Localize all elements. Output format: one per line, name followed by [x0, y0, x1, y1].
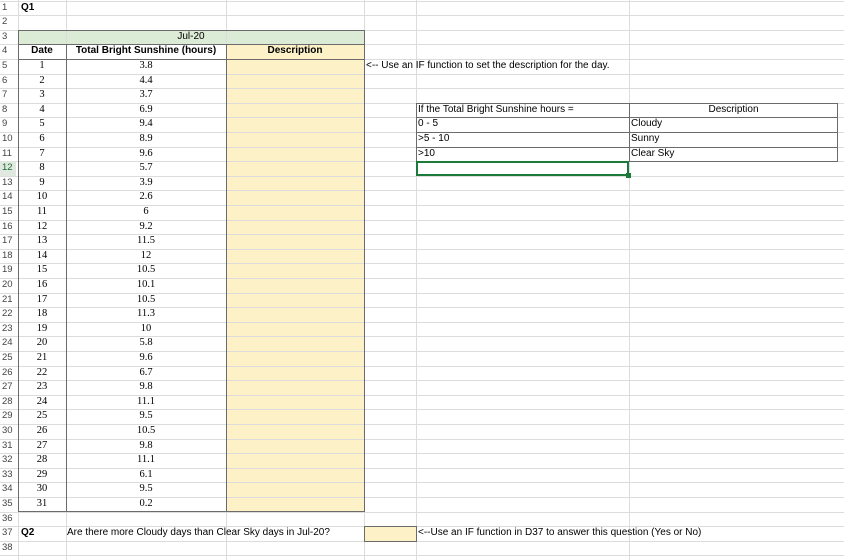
gridline-col: [629, 0, 630, 560]
row-number[interactable]: 30: [0, 424, 16, 439]
row-number[interactable]: 32: [0, 453, 16, 468]
lookup-label-cell[interactable]: Clear Sky: [631, 147, 674, 162]
gridline-row: [0, 555, 844, 557]
table-rule: [226, 44, 227, 512]
row-number[interactable]: 33: [0, 468, 16, 483]
table-rule: [18, 58, 364, 60]
row-number[interactable]: 8: [0, 103, 16, 118]
row-number[interactable]: 11: [0, 147, 16, 162]
row-number[interactable]: 7: [0, 88, 16, 103]
row-number[interactable]: 24: [0, 336, 16, 351]
row-number[interactable]: 29: [0, 409, 16, 424]
row-number[interactable]: 12: [0, 161, 16, 176]
fill-handle[interactable]: [626, 172, 631, 178]
gridline-row: [0, 540, 844, 542]
lookup-rule: [416, 146, 838, 148]
gridline-row: [0, 15, 844, 17]
selected-cell-F12[interactable]: [416, 161, 629, 176]
row-number[interactable]: 25: [0, 351, 16, 366]
row-number[interactable]: 17: [0, 234, 16, 249]
lookup-label-cell[interactable]: Cloudy: [631, 117, 662, 132]
row-number[interactable]: 2: [0, 15, 16, 30]
lookup-range-cell[interactable]: >5 - 10: [418, 132, 449, 147]
lookup-condition-header: If the Total Bright Sunshine hours =: [418, 103, 574, 115]
lookup-label-cell[interactable]: Sunny: [631, 132, 659, 147]
row-number[interactable]: 20: [0, 278, 16, 293]
lookup-description-header: Description: [708, 103, 759, 115]
q1-instruction: <-- Use an IF function to set the descri…: [366, 59, 610, 71]
row-number[interactable]: 22: [0, 307, 16, 322]
row-number[interactable]: 18: [0, 249, 16, 264]
gridline-col: [416, 0, 417, 560]
row-number[interactable]: 14: [0, 190, 16, 205]
row-number[interactable]: 6: [0, 74, 16, 89]
q1-label: Q1: [21, 1, 35, 13]
row-number[interactable]: 23: [0, 322, 16, 337]
row-number[interactable]: 4: [0, 44, 16, 59]
row-number[interactable]: 21: [0, 293, 16, 308]
lookup-range-cell[interactable]: 0 - 5: [418, 117, 438, 132]
row-number[interactable]: 19: [0, 263, 16, 278]
lookup-rule: [416, 131, 838, 133]
q2-instruction: <--Use an IF function in D37 to answer t…: [418, 527, 702, 539]
lookup-rule: [416, 117, 838, 119]
q2-answer-border: [364, 526, 417, 542]
q2-question: Are there more Cloudy days than Clear Sk…: [67, 527, 330, 539]
lookup-range-cell[interactable]: >10: [418, 147, 435, 162]
row-number[interactable]: 13: [0, 176, 16, 191]
row-number[interactable]: 38: [0, 541, 16, 556]
row-number[interactable]: 3: [0, 30, 16, 45]
table-rule: [66, 44, 67, 512]
row-number[interactable]: 1: [0, 1, 16, 16]
data-table-border: [18, 29, 365, 513]
row-number[interactable]: 34: [0, 482, 16, 497]
table-rule: [18, 44, 364, 46]
row-number[interactable]: 28: [0, 395, 16, 410]
row-number[interactable]: 15: [0, 205, 16, 220]
gridline-row: [0, 0, 844, 2]
row-number[interactable]: 9: [0, 117, 16, 132]
row-number[interactable]: 35: [0, 497, 16, 512]
row-number[interactable]: 37: [0, 526, 16, 541]
row-number[interactable]: 27: [0, 380, 16, 395]
row-number[interactable]: 36: [0, 512, 16, 527]
row-number[interactable]: 26: [0, 366, 16, 381]
q2-label: Q2: [21, 527, 35, 539]
row-number[interactable]: 5: [0, 59, 16, 74]
row-number[interactable]: 16: [0, 220, 16, 235]
spreadsheet-grid[interactable]: 1 2 3 4 5 6 7 8 9 10 11 12 13 14 15 16 17 18 19 20 21 22 23 24 2…: [0, 0, 844, 560]
row-number[interactable]: 10: [0, 132, 16, 147]
row-number[interactable]: 31: [0, 439, 16, 454]
